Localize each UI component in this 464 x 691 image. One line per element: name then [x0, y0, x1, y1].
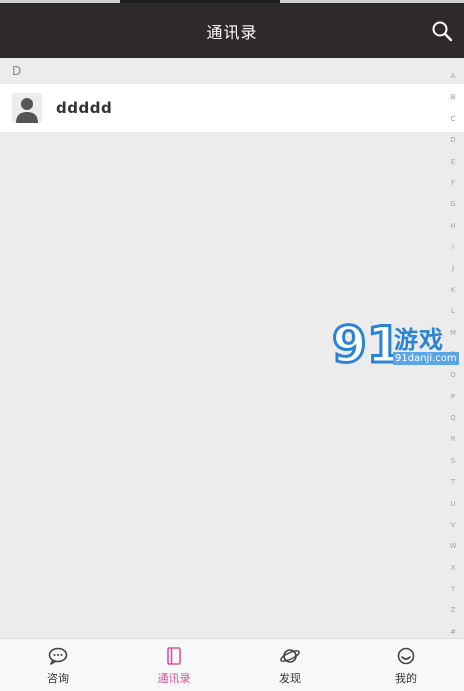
index-letter[interactable]: D — [450, 136, 455, 144]
index-letter[interactable]: F — [451, 179, 455, 187]
tab-contacts[interactable]: 通讯录 — [116, 639, 232, 691]
index-letter[interactable]: P — [451, 393, 455, 401]
index-letter[interactable]: # — [450, 628, 456, 636]
page-title: 通讯录 — [206, 22, 258, 42]
tab-label: 发现 — [279, 671, 301, 685]
svg-text:91: 91 — [332, 316, 394, 372]
contact-row[interactable]: ddddd — [0, 84, 464, 132]
index-letter[interactable]: O — [450, 371, 456, 379]
tab-discover[interactable]: 发现 — [232, 639, 348, 691]
tab-label: 咨询 — [47, 671, 69, 685]
search-icon[interactable] — [430, 19, 454, 43]
watermark: 91 游戏 91danji.com — [330, 316, 464, 372]
index-letter[interactable]: Y — [451, 585, 455, 593]
index-letter[interactable]: B — [451, 93, 456, 101]
header-bar: 通讯录 — [0, 3, 464, 58]
tab-mine[interactable]: 我的 — [348, 639, 464, 691]
index-letter[interactable]: G — [450, 200, 455, 208]
watermark-url: 91danji.com — [393, 352, 459, 365]
index-letter[interactable]: W — [450, 542, 457, 550]
watermark-text: 游戏 — [394, 326, 444, 354]
address-book-icon — [163, 645, 185, 667]
index-letter[interactable]: L — [451, 307, 455, 315]
index-letter[interactable]: R — [451, 435, 456, 443]
index-letter[interactable]: S — [451, 457, 455, 465]
watermark-logo-icon: 91 — [331, 316, 395, 372]
bottom-tab-bar: 咨询 通讯录 发现 我的 — [0, 638, 464, 691]
index-letter[interactable]: I — [452, 243, 454, 251]
index-letter[interactable]: U — [450, 500, 455, 508]
index-letter[interactable]: K — [451, 286, 456, 294]
index-letter[interactable]: C — [451, 115, 456, 123]
index-letter[interactable]: Z — [451, 606, 456, 614]
planet-icon — [279, 645, 301, 667]
tab-consult[interactable]: 咨询 — [0, 639, 116, 691]
tab-label: 我的 — [395, 671, 417, 685]
index-letter[interactable]: H — [450, 222, 455, 230]
chat-bubble-icon — [47, 645, 69, 667]
tab-label: 通讯录 — [157, 671, 191, 685]
contact-name: ddddd — [56, 99, 113, 117]
index-letter[interactable]: Q — [450, 414, 456, 422]
index-letter[interactable]: X — [451, 564, 456, 572]
index-letter[interactable]: E — [451, 158, 455, 166]
index-letter[interactable]: V — [451, 521, 456, 529]
index-letter[interactable]: T — [451, 478, 455, 486]
person-icon — [12, 93, 42, 123]
smiley-icon — [395, 645, 417, 667]
index-letter[interactable]: J — [452, 264, 454, 272]
index-letter[interactable]: A — [451, 72, 456, 80]
section-header-d: D — [12, 64, 22, 78]
